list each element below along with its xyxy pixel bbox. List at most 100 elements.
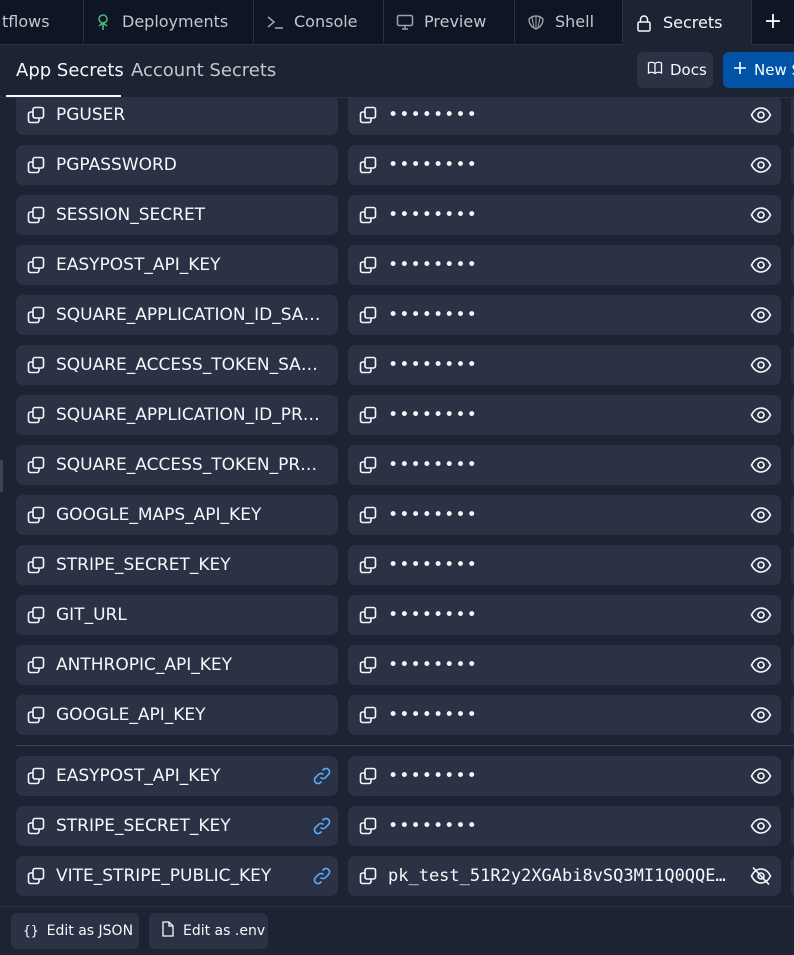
tab-preview[interactable]: Preview [384,0,515,43]
secret-value-field[interactable]: •••••••• [348,345,781,385]
secret-key-field[interactable]: SQUARE_ACCESS_TOKEN_PRODUCTION [16,445,338,485]
eye-icon[interactable] [750,816,772,836]
copy-key-icon[interactable] [26,155,46,175]
copy-value-icon[interactable] [358,155,378,175]
secret-value-field[interactable]: •••••••• [348,195,781,235]
edit-json-label: Edit as JSON [46,923,134,939]
copy-key-icon[interactable] [26,505,46,525]
eye-icon[interactable] [750,355,772,375]
copy-value-icon[interactable] [358,766,378,786]
copy-value-icon[interactable] [358,705,378,725]
secret-value-field[interactable]: •••••••• [348,295,781,335]
copy-key-icon[interactable] [26,655,46,675]
copy-key-icon[interactable] [26,205,46,225]
tab-secrets[interactable]: Secrets [623,0,752,45]
docs-button[interactable]: Docs [637,52,713,88]
eye-icon[interactable] [750,155,772,175]
copy-key-icon[interactable] [26,705,46,725]
edit-as-env-button[interactable]: Edit as .env [149,913,268,949]
secret-key-field[interactable]: STRIPE_SECRET_KEY [16,545,338,585]
copy-value-icon[interactable] [358,355,378,375]
secret-key-field[interactable]: ANTHROPIC_API_KEY [16,645,338,685]
secret-value-field[interactable]: •••••••• [348,395,781,435]
secret-key-field[interactable]: SESSION_SECRET [16,195,338,235]
secret-key-text: SQUARE_APPLICATION_ID_PRODUCTION [56,405,330,425]
eye-icon[interactable] [750,405,772,425]
link-icon[interactable] [312,816,332,836]
copy-value-icon[interactable] [358,405,378,425]
copy-value-icon[interactable] [358,605,378,625]
copy-key-icon[interactable] [26,355,46,375]
secret-value-field[interactable]: •••••••• [348,756,781,796]
secret-key-field[interactable]: GOOGLE_MAPS_API_KEY [16,495,338,535]
copy-key-icon[interactable] [26,405,46,425]
secret-key-field[interactable]: GOOGLE_API_KEY [16,695,338,735]
eye-icon[interactable] [750,205,772,225]
secret-value-field[interactable]: •••••••• [348,645,781,685]
secret-value-field[interactable]: •••••••• [348,806,781,846]
copy-key-icon[interactable] [26,455,46,475]
copy-key-icon[interactable] [26,816,46,836]
file-icon [161,921,175,941]
copy-value-icon[interactable] [358,105,378,125]
copy-value-icon[interactable] [358,305,378,325]
secret-value-field[interactable]: •••••••• [348,595,781,635]
copy-key-icon[interactable] [26,866,46,886]
edit-as-json-button[interactable]: {} Edit as JSON [11,913,139,949]
eye-icon[interactable] [750,305,772,325]
eye-icon[interactable] [750,555,772,575]
eye-icon[interactable] [750,505,772,525]
eye-icon[interactable] [750,255,772,275]
copy-value-icon[interactable] [358,816,378,836]
secret-value-field[interactable]: •••••••• [348,695,781,735]
tab-workflows[interactable]: tflows [0,0,84,43]
secret-key-field[interactable]: SQUARE_APPLICATION_ID_PRODUCTION [16,395,338,435]
secret-key-field[interactable]: PGPASSWORD [16,145,338,185]
tab-deployments[interactable]: Deployments [84,0,254,43]
link-icon[interactable] [312,866,332,886]
secret-key-text: SESSION_SECRET [56,205,206,225]
tab-console[interactable]: Console [254,0,384,43]
secret-key-field[interactable]: SQUARE_ACCESS_TOKEN_SANDBOX [16,345,338,385]
copy-key-icon[interactable] [26,105,46,125]
eye-icon[interactable] [750,605,772,625]
secret-value-field[interactable]: pk_test_51R2y2XGAbi8vSQ3MI1Q0QQE… [348,856,781,896]
eye-icon[interactable] [750,105,772,125]
copy-key-icon[interactable] [26,605,46,625]
new-secret-button[interactable]: New S [723,52,794,88]
eye-icon[interactable] [750,766,772,786]
secret-key-field[interactable]: EASYPOST_API_KEY [16,756,338,796]
eye-icon[interactable] [750,705,772,725]
copy-value-icon[interactable] [358,505,378,525]
copy-key-icon[interactable] [26,255,46,275]
secret-key-field[interactable]: STRIPE_SECRET_KEY [16,806,338,846]
copy-value-icon[interactable] [358,255,378,275]
secret-value-field[interactable]: •••••••• [348,245,781,285]
secret-value-field[interactable]: •••••••• [348,445,781,485]
secret-key-field[interactable]: VITE_STRIPE_PUBLIC_KEY [16,856,338,896]
link-icon[interactable] [312,766,332,786]
add-tab-button[interactable]: + [752,0,794,43]
copy-value-icon[interactable] [358,866,378,886]
eye-off-icon[interactable] [750,866,772,886]
eye-icon[interactable] [750,655,772,675]
secret-key-field[interactable]: SQUARE_APPLICATION_ID_SANDBOX [16,295,338,335]
tab-account-secrets[interactable]: Account Secrets [131,45,276,95]
secret-key-field[interactable]: PGUSER [16,98,338,135]
tab-shell[interactable]: Shell [515,0,623,43]
copy-key-icon[interactable] [26,555,46,575]
eye-icon[interactable] [750,455,772,475]
copy-key-icon[interactable] [26,766,46,786]
secret-key-field[interactable]: GIT_URL [16,595,338,635]
secret-key-field[interactable]: EASYPOST_API_KEY [16,245,338,285]
secret-value-field[interactable]: •••••••• [348,545,781,585]
secret-value-field[interactable]: •••••••• [348,98,781,135]
copy-value-icon[interactable] [358,655,378,675]
tab-app-secrets[interactable]: App Secrets [16,45,124,95]
copy-key-icon[interactable] [26,305,46,325]
copy-value-icon[interactable] [358,455,378,475]
secret-value-field[interactable]: •••••••• [348,495,781,535]
copy-value-icon[interactable] [358,555,378,575]
secret-value-field[interactable]: •••••••• [348,145,781,185]
copy-value-icon[interactable] [358,205,378,225]
